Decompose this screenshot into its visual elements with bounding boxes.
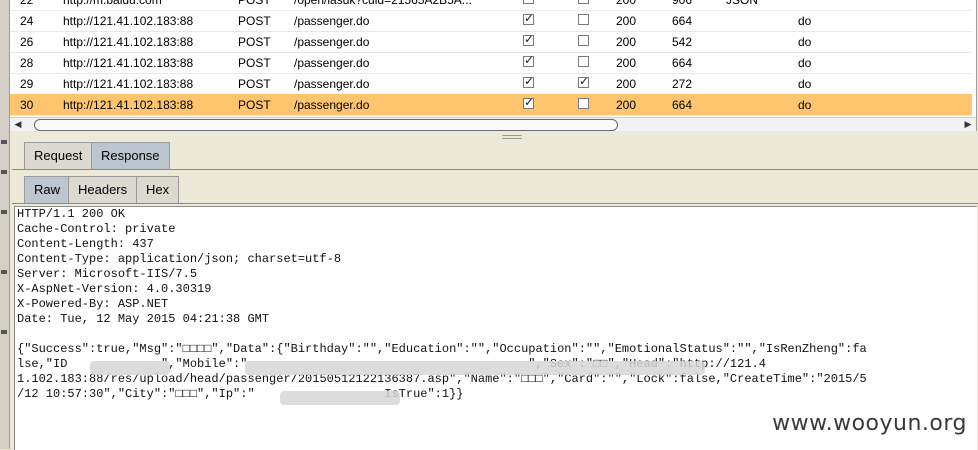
scroll-left-icon[interactable]: ◀	[12, 119, 24, 131]
cell-status: 200	[616, 14, 637, 28]
response-text-area[interactable]: HTTP/1.1 200 OK Cache-Control: private Con…	[14, 206, 977, 450]
table-row[interactable]: 30 http://121.41.102.183:88 POST/passenger…	[10, 94, 972, 116]
cell-mime: JSON	[726, 0, 759, 7]
cell-host: http://121.41.102.183:88	[63, 77, 194, 91]
cell-host: http://m.baidu.com	[63, 0, 162, 7]
redacted-block	[245, 361, 705, 375]
cell-url: /passenger.do	[294, 14, 370, 28]
gutter-marker	[1, 140, 7, 144]
params-checkbox[interactable]	[523, 0, 534, 4]
cell-ext: do	[798, 14, 812, 28]
cell-host: http://121.41.102.183:88	[63, 35, 194, 49]
subtab-headers[interactable]: Headers	[68, 176, 138, 203]
response-line: Date: Tue, 12 May 2015 04:21:38 GMT	[17, 312, 270, 326]
cell-url: /open/iasdk?cuid=21565A2B5A...	[294, 0, 472, 7]
gutter-marker	[1, 270, 7, 274]
cell-ext: do	[798, 35, 812, 49]
table-row[interactable]: 26 http://121.41.102.183:88 POST/passenger…	[10, 31, 972, 53]
cell-method: POST	[238, 56, 271, 70]
cell-method: POST	[238, 77, 271, 91]
pane-splitter[interactable]	[10, 131, 976, 141]
subtab-divider	[12, 203, 978, 204]
scroll-right-icon[interactable]: ▶	[962, 119, 974, 131]
response-line: X-AspNet-Version: 4.0.30319	[17, 282, 212, 296]
cell-length: 664	[672, 98, 693, 112]
response-line: Cache-Control: private	[17, 222, 176, 236]
response-line: X-Powered-By: ASP.NET	[17, 297, 169, 311]
table-row[interactable]: 24 http://121.41.102.183:88 POST/passenger…	[10, 10, 972, 32]
tab-divider	[12, 169, 978, 170]
cell-url: /passenger.do	[294, 77, 370, 91]
params-checkbox[interactable]	[523, 11, 534, 25]
cell-status: 200	[616, 0, 637, 7]
edited-checkbox[interactable]	[578, 98, 589, 109]
cell-num: 26	[20, 35, 34, 49]
cell-num: 30	[20, 98, 34, 112]
response-line: Content-Length: 437	[17, 237, 154, 251]
subtab-raw[interactable]: Raw	[24, 176, 71, 203]
redacted-block	[90, 361, 170, 375]
subtab-hex[interactable]: Hex	[136, 176, 180, 203]
cell-ext: do	[798, 98, 812, 112]
cell-length: 542	[672, 35, 693, 49]
watermark: www.wooyun.org	[772, 411, 967, 436]
tab-response[interactable]: Response	[91, 142, 170, 169]
cell-num: 28	[20, 56, 34, 70]
cell-length: 272	[672, 77, 693, 91]
edited-checkbox[interactable]	[578, 56, 589, 67]
cell-method: POST	[238, 14, 271, 28]
params-checkbox[interactable]	[523, 53, 534, 67]
cell-num: 29	[20, 77, 34, 91]
cell-method: POST	[238, 35, 271, 49]
gutter-marker	[1, 330, 7, 334]
response-line: Server: Microsoft-IIS/7.5	[17, 267, 198, 281]
tab-request[interactable]: Request	[24, 142, 93, 169]
edited-checkbox[interactable]	[578, 35, 589, 46]
cell-length: 664	[672, 14, 693, 28]
response-line: HTTP/1.1 200 OK	[17, 207, 126, 221]
cell-status: 200	[616, 56, 637, 70]
gutter-marker	[1, 210, 7, 214]
table-row[interactable]: 28 http://121.41.102.183:88 POST/passenger…	[10, 52, 972, 74]
redacted-block	[280, 391, 400, 405]
edited-checkbox[interactable]	[578, 74, 589, 88]
horizontal-scrollbar[interactable]: ◀ ▶	[10, 117, 976, 132]
cell-url: /passenger.do	[294, 98, 370, 112]
edited-checkbox[interactable]	[578, 14, 589, 25]
cell-method: POST	[238, 98, 271, 112]
cell-status: 200	[616, 77, 637, 91]
cell-length: 664	[672, 56, 693, 70]
cell-num: 24	[20, 14, 34, 28]
table-row[interactable]: 29 http://121.41.102.183:88 POST/passenger…	[10, 73, 972, 95]
splitter-grip-icon[interactable]	[502, 135, 522, 139]
cell-method: POST	[238, 0, 271, 7]
history-table: 22 http://m.baidu.com POST/open/iasdk?cuid…	[10, 0, 977, 131]
response-line: Content-Type: application/json; charset=…	[17, 252, 342, 266]
scrollbar-thumb[interactable]	[34, 119, 618, 131]
cell-ext: do	[798, 56, 812, 70]
response-line: {"Success":true,"Msg":"□□□□","Data":{"Bi…	[17, 342, 867, 356]
cell-status: 200	[616, 98, 637, 112]
params-checkbox[interactable]	[523, 95, 534, 109]
edited-checkbox[interactable]	[578, 0, 589, 4]
cell-host: http://121.41.102.183:88	[63, 98, 194, 112]
params-checkbox[interactable]	[523, 32, 534, 46]
params-checkbox[interactable]	[523, 74, 534, 88]
cell-host: http://121.41.102.183:88	[63, 14, 194, 28]
left-gutter	[0, 0, 10, 449]
cell-num: 22	[20, 0, 34, 7]
cell-url: /passenger.do	[294, 56, 370, 70]
gutter-marker	[1, 170, 7, 174]
cell-url: /passenger.do	[294, 35, 370, 49]
cell-status: 200	[616, 35, 637, 49]
cell-length: 906	[672, 0, 693, 7]
cell-ext: do	[798, 77, 812, 91]
cell-host: http://121.41.102.183:88	[63, 56, 194, 70]
